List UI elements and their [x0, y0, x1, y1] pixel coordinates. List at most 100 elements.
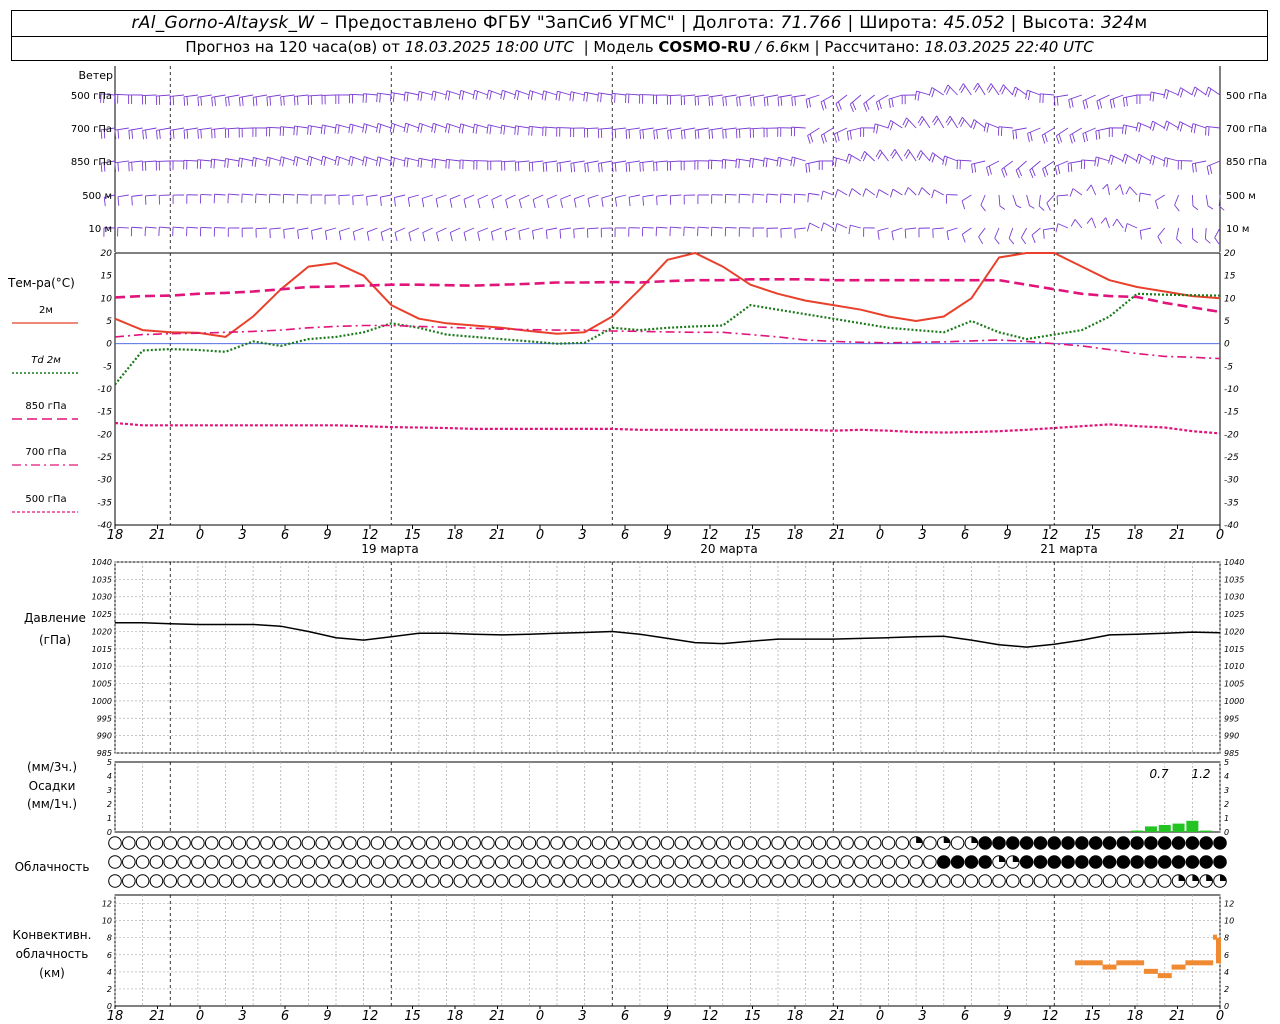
cloud-cover-circle: [218, 836, 233, 850]
cloud-cover-circle: [260, 836, 274, 850]
cloud-cover-circle: [577, 874, 592, 888]
wind-barb-flag: [711, 129, 714, 139]
wind-barb-flag: [1029, 132, 1033, 141]
wind-barb-flag: [311, 230, 314, 240]
wind-barb-flag: [420, 158, 423, 168]
wind-barb-flag: [1014, 88, 1019, 97]
wind-barb-staff: [280, 126, 295, 129]
cloud-cover-circle: [577, 855, 592, 869]
wind-barb-flag: [213, 159, 216, 169]
wind-barb-staff: [961, 194, 972, 202]
cloud-cover-circle: [978, 874, 992, 888]
wind-barb-staff: [598, 127, 613, 130]
wind-barb-staff: [436, 227, 447, 234]
cloud-cover-circle: [674, 874, 689, 888]
cloud-cover-partial: [1192, 874, 1199, 881]
wind-barb-staff: [625, 93, 640, 96]
wind-barb-staff: [894, 148, 903, 162]
cloud-cover-circle: [287, 855, 302, 869]
wind-barb-staff: [211, 127, 226, 130]
wind-barb-staff: [1054, 94, 1069, 98]
wind-barb-staff: [808, 192, 820, 196]
cloud-cover-circle: [757, 836, 771, 850]
conv-tick-right: 4: [1224, 968, 1229, 977]
hour-tick-label: 18: [107, 1009, 124, 1024]
hour-tick-label: 15: [404, 528, 421, 543]
wind-barb-staff: [308, 125, 323, 129]
wind-barb-flag: [1152, 156, 1156, 166]
wind-barb-staff: [1164, 157, 1179, 162]
wind-barb-flag: [722, 97, 724, 107]
wind-barb-flag: [463, 199, 467, 209]
cloud-cover-circle: [315, 836, 329, 850]
wind-barb-staff: [186, 226, 198, 229]
cloud-cover-circle: [854, 874, 868, 888]
cloud-cover-circle: [950, 874, 965, 888]
wind-barb-staff: [615, 194, 627, 199]
wind-barb-flag: [348, 123, 351, 133]
wind-barb-flag: [1003, 167, 1008, 176]
wind-barb-flag: [721, 159, 724, 169]
temp-tick-left: -15: [97, 408, 112, 418]
wind-barb-flag: [1205, 87, 1209, 96]
wind-barb-flag: [974, 163, 977, 173]
wind-barb-flag: [1038, 205, 1045, 211]
wind-barb-staff: [1067, 160, 1082, 164]
precip-tick-left: 1: [107, 814, 112, 823]
wind-barb-staff: [446, 158, 461, 162]
wind-barb-staff: [653, 127, 668, 131]
wind-barb-staff: [1020, 227, 1028, 238]
pressure-tick-right: 1000: [1224, 697, 1244, 706]
wind-barb-flag: [183, 96, 186, 106]
day-label: 19 марта: [361, 542, 418, 556]
wind-barb-flag: [834, 189, 839, 198]
wind-barb-flag: [477, 199, 481, 209]
hour-tick-label: 9: [663, 1009, 671, 1024]
pressure-tick-left: 1015: [92, 645, 112, 654]
wind-barb-flag: [572, 92, 575, 102]
wind-barb-staff: [449, 194, 461, 200]
cloud-cover-circle: [591, 855, 606, 869]
wind-barb-flag: [431, 90, 434, 100]
wind-barb-staff: [1205, 194, 1209, 206]
wind-barb-flag: [600, 162, 603, 172]
wind-barb-flag: [642, 196, 645, 206]
wind-barb-staff: [1057, 194, 1069, 197]
wind-barb-staff: [366, 194, 378, 198]
hour-tick-label: 0: [876, 1009, 884, 1024]
wind-barb-staff: [667, 160, 682, 163]
wind-barb-flag: [324, 230, 328, 240]
wind-barb-flag: [973, 121, 977, 130]
wind-barb-flag: [642, 162, 644, 172]
cloud-cover-circle: [1019, 874, 1034, 888]
wind-barb-flag: [1068, 99, 1071, 109]
wind-barb-flag: [876, 124, 879, 134]
wind-panel-title: Ветер: [79, 69, 113, 82]
wind-barb-flag: [820, 135, 825, 144]
wind-barb-flag: [805, 163, 808, 173]
hour-tick-label: 21: [489, 1009, 506, 1024]
wind-barb-staff: [1074, 219, 1083, 229]
wind-barb-flag: [532, 230, 535, 240]
wind-barb-staff: [1174, 194, 1179, 206]
wind-barb-flag: [475, 124, 478, 134]
cloud-cover-circle: [564, 855, 578, 869]
cloud-cover-circle: [1088, 874, 1103, 888]
wind-barb-staff: [297, 227, 309, 231]
cloud-cover-circle: [1075, 836, 1089, 850]
day-label: 20 марта: [700, 542, 757, 556]
wind-barb-flag: [1057, 165, 1061, 174]
wind-barb-staff: [1140, 227, 1152, 232]
cloud-cover-circle: [343, 874, 357, 888]
cloud-cover-circle: [453, 855, 468, 869]
wind-barb-flag: [834, 158, 837, 168]
wind-barb-staff: [978, 227, 986, 238]
cloud-cover-circle: [356, 836, 371, 850]
cloud-cover-circle: [329, 836, 343, 850]
pressure-tick-right: 1015: [1224, 645, 1244, 654]
wind-barb-flag: [224, 158, 226, 168]
wind-barb-flag: [791, 96, 793, 107]
wind-level-label-left: 500 гПа: [71, 91, 112, 102]
wind-barb-flag: [889, 121, 894, 131]
cloud-cover-circle: [936, 874, 951, 888]
